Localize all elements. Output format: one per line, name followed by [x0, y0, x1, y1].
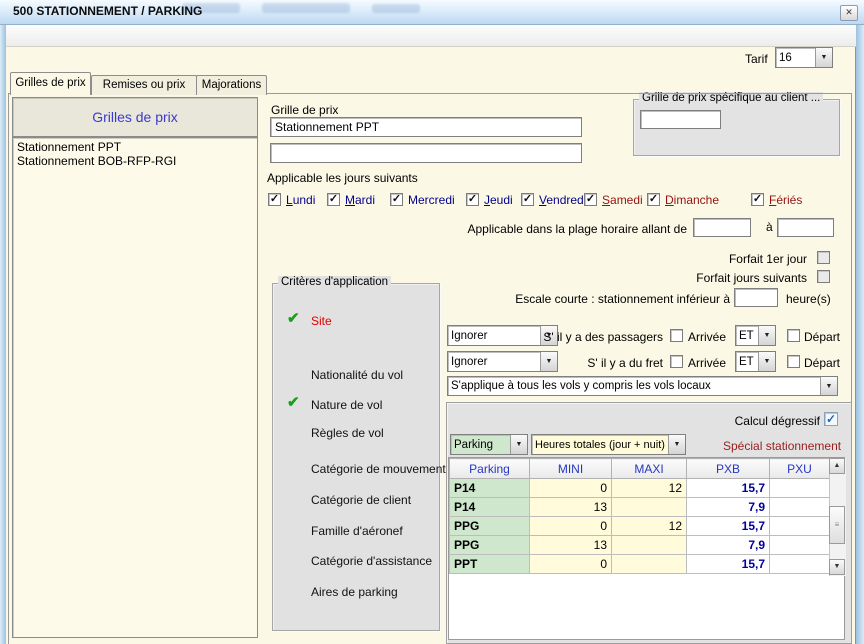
scroll-up-icon[interactable]: ▲ — [829, 458, 845, 474]
grilles-list-header: Grilles de prix — [12, 97, 258, 137]
tarif-select[interactable]: 16 ▼ — [775, 47, 833, 68]
menu-bar — [6, 25, 856, 47]
table-row: PPT 0 15,7 — [450, 555, 830, 574]
cell-mini[interactable]: 0 — [530, 517, 612, 536]
cell-mini[interactable]: 0 — [530, 555, 612, 574]
criteria-categorie-assistance[interactable]: Catégorie d'assistance — [311, 554, 432, 568]
calcul-degressif-label: Calcul dégressif — [735, 414, 820, 428]
grilles-list[interactable]: Stationnement PPT Stationnement BOB-RFP-… — [12, 137, 258, 638]
col-header-maxi[interactable]: MAXI — [612, 459, 687, 479]
col-header-parking[interactable]: Parking — [450, 459, 530, 479]
table-row: P14 13 7,9 — [450, 498, 830, 517]
scrollbar-thumb[interactable]: ≡ — [829, 506, 845, 544]
criteria-nationalite[interactable]: Nationalité du vol — [311, 368, 403, 382]
cell-pxu[interactable] — [770, 536, 830, 555]
parking-select[interactable]: Parking ▼ — [450, 434, 528, 455]
title-bar[interactable]: 500 STATIONNEMENT / PARKING — [0, 0, 864, 25]
chevron-down-icon[interactable]: ▼ — [668, 435, 685, 454]
cell-mini[interactable]: 13 — [530, 498, 612, 517]
window-title: 500 STATIONNEMENT / PARKING — [13, 4, 202, 18]
criteria-categorie-client[interactable]: Catégorie de client — [311, 493, 411, 507]
cell-pxu[interactable] — [770, 479, 830, 498]
price-grid: Parking MINI MAXI PXB PXU P14 0 12 15,7 … — [448, 457, 845, 640]
tab-majorations[interactable]: Majorations — [196, 75, 267, 95]
list-item[interactable]: Stationnement PPT — [13, 140, 257, 154]
cell-parking[interactable]: P14 — [450, 498, 530, 517]
criteres-groupbox: Critères d'application ✔ Site Nationalit… — [272, 283, 440, 631]
nature-check-icon: ✔ — [287, 396, 300, 410]
criteria-categorie-mouvement[interactable]: Catégorie de mouvement — [311, 462, 446, 476]
scroll-down-icon[interactable]: ▼ — [829, 559, 845, 575]
cell-pxb[interactable]: 15,7 — [687, 517, 770, 536]
criteria-famille-aeronef[interactable]: Famille d'aéronef — [311, 524, 403, 538]
background-window-artifact — [262, 3, 350, 13]
tab-grilles-de-prix[interactable]: Grilles de prix — [10, 72, 91, 95]
cell-pxb[interactable]: 7,9 — [687, 536, 770, 555]
cell-mini[interactable]: 13 — [530, 536, 612, 555]
list-item[interactable]: Stationnement BOB-RFP-RGI — [13, 154, 257, 168]
cell-maxi[interactable]: 12 — [612, 479, 687, 498]
close-button[interactable]: ✕ — [840, 5, 858, 21]
special-stationnement-label: Spécial stationnement — [723, 439, 841, 453]
col-header-mini[interactable]: MINI — [530, 459, 612, 479]
cell-parking[interactable]: P14 — [450, 479, 530, 498]
site-check-icon: ✔ — [287, 312, 300, 326]
criteria-site[interactable]: Site — [311, 314, 332, 328]
tarif-label: Tarif — [745, 52, 768, 66]
criteres-title: Critères d'application — [278, 276, 391, 288]
cell-parking[interactable]: PPT — [450, 555, 530, 574]
background-window-artifact — [372, 4, 420, 13]
cell-pxu[interactable] — [770, 517, 830, 536]
cell-maxi[interactable] — [612, 536, 687, 555]
cell-pxb[interactable]: 15,7 — [687, 555, 770, 574]
cell-parking[interactable]: PPG — [450, 517, 530, 536]
window-frame-right — [855, 24, 864, 644]
parking-pricing-window: 500 STATIONNEMENT / PARKING ✕ Grilles de… — [0, 0, 864, 644]
window-frame-left — [0, 24, 6, 644]
calcul-degressif-checkbox[interactable] — [824, 412, 838, 426]
table-row: PPG 13 7,9 — [450, 536, 830, 555]
col-header-pxb[interactable]: PXB — [687, 459, 770, 479]
criteria-aires-de-parking[interactable]: Aires de parking — [311, 585, 398, 599]
cell-pxu[interactable] — [770, 498, 830, 517]
cell-maxi[interactable]: 12 — [612, 517, 687, 536]
cell-pxu[interactable] — [770, 555, 830, 574]
table-row: P14 0 12 15,7 — [450, 479, 830, 498]
cell-maxi[interactable] — [612, 555, 687, 574]
col-header-pxu[interactable]: PXU — [770, 459, 830, 479]
cell-pxb[interactable]: 7,9 — [687, 498, 770, 517]
table-header-row: Parking MINI MAXI PXB PXU — [450, 459, 830, 479]
table-row: PPG 0 12 15,7 — [450, 517, 830, 536]
chevron-down-icon[interactable]: ▼ — [510, 435, 527, 454]
period-select[interactable]: Heures totales (jour + nuit) au ▼ — [531, 434, 686, 455]
cell-pxb[interactable]: 15,7 — [687, 479, 770, 498]
close-icon: ✕ — [845, 7, 853, 17]
cell-maxi[interactable] — [612, 498, 687, 517]
cell-mini[interactable]: 0 — [530, 479, 612, 498]
chevron-down-icon[interactable]: ▼ — [815, 48, 832, 67]
cell-parking[interactable]: PPG — [450, 536, 530, 555]
tab-remises-ou-prix-nets[interactable]: Remises ou prix nets — [91, 75, 197, 95]
criteria-regles-de-vol[interactable]: Règles de vol — [311, 426, 384, 440]
criteria-nature-de-vol[interactable]: Nature de vol — [311, 398, 382, 412]
